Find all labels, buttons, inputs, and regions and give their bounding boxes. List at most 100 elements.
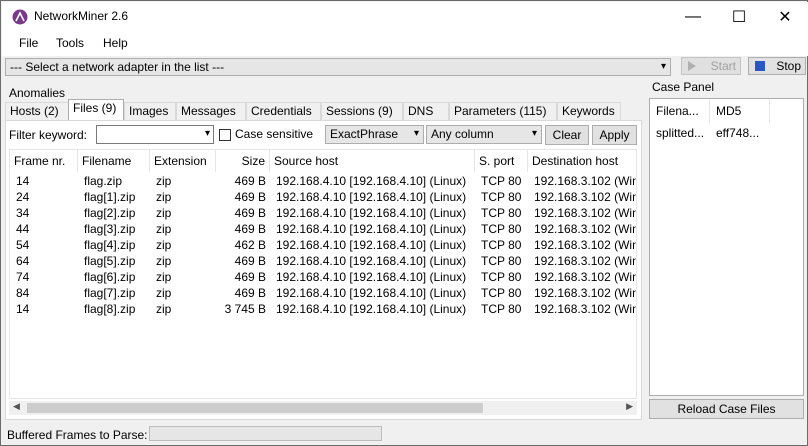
table-row[interactable]: 44 flag[3].zip zip 469 B 192.168.4.10 [1… — [10, 222, 636, 238]
menu-bar: File Tools Help — [2, 32, 808, 56]
maximize-icon: ☐ — [731, 9, 747, 26]
filename-cell: flag[2].zip — [84, 206, 136, 220]
filename-cell: flag[5].zip — [84, 254, 136, 268]
filename-cell: flag[6].zip — [84, 270, 136, 284]
title-bar: NetworkMiner 2.6 — ☐ ✕ — [2, 2, 808, 32]
case-column-header-filename[interactable]: Filena... — [650, 99, 710, 123]
case-sensitive-label: Case sensitive — [235, 127, 314, 141]
source-port-cell: TCP 80 — [481, 302, 522, 316]
source-port-cell: TCP 80 — [481, 190, 522, 204]
frame-cell: 14 — [16, 174, 30, 188]
minimize-button[interactable]: — — [670, 2, 716, 32]
source-port-cell: TCP 80 — [481, 270, 522, 284]
column-header-filename[interactable]: Filename — [78, 150, 150, 172]
source-host-cell: 192.168.4.10 [192.168.4.10] (Linux) — [276, 190, 467, 204]
stop-button[interactable]: Stop — [748, 57, 806, 75]
chevron-down-icon: ▾ — [413, 128, 419, 139]
filter-keyword-input[interactable]: ▾ — [96, 125, 214, 144]
column-header-size[interactable]: Size — [216, 150, 270, 172]
horizontal-scrollbar[interactable]: ◀ ▶ — [9, 401, 637, 415]
column-header-destination-host[interactable]: Destination host — [528, 150, 636, 172]
clear-label: Clear — [552, 128, 582, 142]
tab-anomalies-label: Anomalies — [9, 86, 66, 100]
destination-host-cell: 192.168.3.102 (Wind — [534, 190, 637, 204]
menu-tools[interactable]: Tools — [56, 36, 84, 50]
table-row[interactable]: 54 flag[4].zip zip 462 B 192.168.4.10 [1… — [10, 238, 636, 254]
size-cell: 462 B — [234, 238, 266, 252]
stop-label: Stop — [776, 59, 801, 73]
tab-credentials-label: Credentials — [251, 104, 312, 118]
reload-case-files-button[interactable]: Reload Case Files — [649, 399, 804, 419]
table-row[interactable]: 24 flag[1].zip zip 469 B 192.168.4.10 [1… — [10, 190, 637, 206]
column-select[interactable]: Any column ▾ — [426, 125, 542, 144]
frame-cell: 54 — [16, 238, 30, 252]
source-host-cell: 192.168.4.10 [192.168.4.10] (Linux) — [276, 286, 467, 300]
case-column-header-md5[interactable]: MD5 — [710, 99, 770, 123]
maximize-button[interactable]: ☐ — [716, 2, 762, 32]
scroll-left-icon[interactable]: ◀ — [13, 401, 20, 412]
match-mode-select[interactable]: ExactPhrase ▾ — [325, 125, 424, 144]
filename-cell: flag[3].zip — [84, 222, 136, 236]
scroll-right-icon[interactable]: ▶ — [626, 401, 633, 412]
source-host-cell: 192.168.4.10 [192.168.4.10] (Linux) — [276, 238, 467, 252]
tab-messages-label: Messages — [181, 104, 236, 118]
destination-host-cell: 192.168.3.102 (Wind — [534, 270, 637, 284]
table-row[interactable]: 84 flag[7].zip zip 469 B 192.168.4.10 [1… — [10, 286, 636, 302]
source-port-cell: TCP 80 — [481, 286, 522, 300]
extension-cell: zip — [156, 190, 172, 204]
networkminer-logo-icon — [12, 9, 28, 25]
start-button[interactable]: Start — [681, 57, 741, 75]
filename-cell: flag[1].zip — [84, 190, 136, 204]
network-adapter-value: --- Select a network adapter in the list… — [10, 60, 225, 74]
column-header-frame[interactable]: Frame nr. — [10, 150, 78, 172]
chevron-down-icon: ▾ — [531, 128, 537, 139]
files-table: Frame nr. Filename Extension Size Source… — [9, 149, 637, 399]
networkminer-window: NetworkMiner 2.6 — ☐ ✕ File Tools Help -… — [0, 0, 808, 446]
close-button[interactable]: ✕ — [762, 2, 808, 32]
table-row[interactable]: 74 flag[6].zip zip 469 B 192.168.4.10 [1… — [10, 270, 637, 286]
tab-sessions[interactable]: Sessions (9) — [321, 102, 403, 120]
tab-hosts[interactable]: Hosts (2) — [5, 102, 69, 120]
column-header-source-port[interactable]: S. port — [475, 150, 528, 172]
tab-keywords[interactable]: Keywords — [557, 102, 621, 120]
chevron-down-icon: ▾ — [660, 61, 666, 72]
table-row[interactable]: 64 flag[5].zip zip 469 B 192.168.4.10 [1… — [10, 254, 636, 270]
table-row[interactable]: 34 flag[2].zip zip 469 B 192.168.4.10 [1… — [10, 206, 636, 222]
frame-cell: 74 — [16, 270, 30, 284]
table-row[interactable]: 14 flag[8].zip zip 3 745 B 192.168.4.10 … — [10, 302, 636, 318]
scrollbar-thumb[interactable] — [27, 403, 483, 413]
tab-dns-label: DNS — [408, 104, 434, 118]
case-filename-cell[interactable]: splitted... — [650, 124, 710, 142]
tab-messages[interactable]: Messages — [176, 102, 246, 120]
menu-help[interactable]: Help — [103, 36, 128, 50]
case-md5-cell[interactable]: eff748... — [710, 124, 790, 142]
menu-file[interactable]: File — [19, 36, 38, 50]
tab-images[interactable]: Images — [124, 102, 176, 120]
frame-cell: 14 — [16, 302, 30, 316]
column-header-source-host[interactable]: Source host — [270, 150, 475, 172]
extension-cell: zip — [156, 286, 172, 300]
buffered-frames-progress — [149, 426, 382, 441]
size-cell: 3 745 B — [224, 302, 266, 316]
tab-credentials[interactable]: Credentials — [246, 102, 321, 120]
tab-images-label: Images — [129, 104, 169, 118]
case-files-list: Filena... MD5 splitted... eff748... — [649, 98, 804, 396]
tab-dns[interactable]: DNS — [403, 102, 449, 120]
column-header-extension[interactable]: Extension — [150, 150, 216, 172]
tab-anomalies[interactable]: Anomalies — [5, 85, 73, 103]
clear-button[interactable]: Clear — [545, 125, 589, 145]
table-row[interactable]: 14 flag.zip zip 469 B 192.168.4.10 [192.… — [10, 174, 637, 190]
destination-host-cell: 192.168.3.102 (Wind — [534, 174, 637, 188]
case-sensitive-checkbox[interactable] — [219, 129, 231, 141]
network-adapter-select[interactable]: --- Select a network adapter in the list… — [5, 58, 671, 76]
filename-cell: flag.zip — [84, 174, 123, 188]
play-icon — [688, 61, 696, 71]
tab-hosts-label: Hosts (2) — [10, 104, 59, 118]
tab-files[interactable]: Files (9) — [68, 99, 124, 120]
column-select-value: Any column — [431, 127, 494, 141]
apply-button[interactable]: Apply — [592, 125, 637, 145]
tab-parameters[interactable]: Parameters (115) — [449, 102, 557, 120]
source-host-cell: 192.168.4.10 [192.168.4.10] (Linux) — [276, 222, 467, 236]
stop-icon — [755, 61, 765, 71]
size-cell: 469 B — [234, 174, 266, 188]
